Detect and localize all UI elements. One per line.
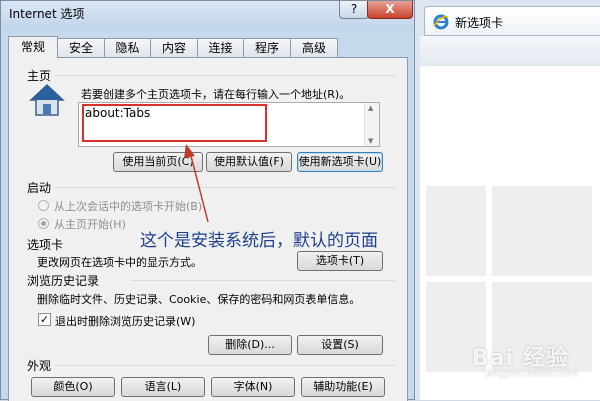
divider: [55, 187, 395, 188]
home-instruction: 若要创建多个主页选项卡，请在每行输入一个地址(R)。: [81, 88, 351, 101]
scroll-down-icon[interactable]: ▼: [368, 137, 373, 145]
browser-tab-label: 新选项卡: [455, 16, 504, 30]
startup-radio-last-session[interactable]: [38, 200, 49, 211]
url-scrollbar[interactable]: ▲ ▼: [364, 103, 379, 146]
tab-content[interactable]: 内容: [150, 38, 198, 57]
dialog-titlebar[interactable]: Internet 选项 ? X: [1, 1, 414, 31]
tab-programs[interactable]: 程序: [243, 38, 291, 57]
history-group-label: 浏览历史记录: [27, 274, 100, 288]
annotation-text: 这个是安装系统后，默认的页面: [140, 231, 378, 251]
divider: [55, 365, 395, 366]
ie-logo-icon: [433, 14, 449, 30]
tab-security[interactable]: 安全: [57, 38, 105, 57]
watermark-url: jingyan.baidu.com: [486, 368, 579, 379]
divider: [131, 280, 395, 281]
new-tab-tile[interactable]: [492, 186, 592, 276]
history-description: 删除临时文件、历史记录、Cookie、保存的密码和网页表单信息。: [37, 293, 361, 306]
tab-connections[interactable]: 连接: [197, 38, 244, 57]
colors-button[interactable]: 颜色(O): [31, 377, 115, 397]
use-default-button[interactable]: 使用默认值(F): [206, 152, 292, 172]
delete-on-exit-checkbox[interactable]: ✓: [38, 313, 51, 326]
scroll-up-icon[interactable]: ▲: [368, 104, 373, 112]
history-settings-button[interactable]: 设置(S): [297, 335, 383, 355]
tab-advanced[interactable]: 高级: [290, 38, 338, 57]
browser-toolbar: [420, 36, 600, 67]
annotation-highlight-box: [82, 104, 267, 142]
radio-selected-dot: [41, 221, 46, 226]
tabs-group-label: 选项卡: [27, 238, 64, 252]
tab-privacy[interactable]: 隐私: [104, 38, 151, 57]
dialog-title: Internet 选项: [9, 7, 85, 21]
browser-tab-new[interactable]: 新选项卡: [424, 6, 600, 36]
divider: [55, 75, 395, 76]
startup-radio-home[interactable]: [38, 218, 49, 229]
home-group-label: 主页: [27, 69, 52, 83]
internet-options-dialog: Internet 选项 ? X 常规 安全 隐私 内容 连接 程序 高级 主页 …: [0, 0, 415, 401]
languages-button[interactable]: 语言(L): [121, 377, 205, 397]
delete-history-button[interactable]: 删除(D)...: [208, 335, 292, 355]
use-current-button[interactable]: 使用当前页(C): [113, 152, 203, 172]
fonts-button[interactable]: 字体(N): [211, 377, 295, 397]
startup-option-home: 从主页开始(H): [54, 218, 126, 231]
use-new-tab-button[interactable]: 使用新选项卡(U): [297, 152, 383, 172]
accessibility-button[interactable]: 辅助功能(E): [301, 377, 385, 397]
close-button[interactable]: X: [367, 1, 413, 19]
delete-on-exit-label: 退出时删除浏览历史记录(W): [55, 315, 196, 328]
appearance-group-label: 外观: [27, 359, 52, 373]
startup-group-label: 启动: [27, 181, 52, 195]
home-icon: [29, 83, 65, 116]
new-tab-tile[interactable]: [426, 186, 486, 276]
tab-general[interactable]: 常规: [8, 36, 58, 58]
startup-option-last-session: 从上次会话中的选项卡开始(B): [54, 200, 203, 213]
help-button[interactable]: ?: [339, 1, 369, 19]
tabs-description: 更改网页在选项卡中的显示方式。: [37, 256, 202, 269]
